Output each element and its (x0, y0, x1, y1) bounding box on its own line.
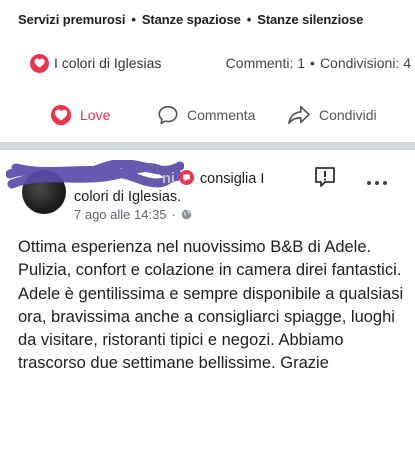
flag-icon (315, 167, 335, 187)
love-button[interactable]: Love (50, 104, 110, 126)
post-timestamp[interactable]: 7 ago alle 14:35 (74, 207, 167, 222)
feature-tag: Servizi premurosi (18, 12, 126, 27)
post-meta: 7 ago alle 14:35 · (74, 207, 192, 222)
heart-icon (30, 53, 49, 73)
section-divider (0, 142, 415, 150)
separator-dot: • (131, 12, 136, 27)
more-icon (367, 181, 371, 185)
more-icon (383, 181, 387, 185)
engagement-counts: Commenti: 1 • Condivisioni: 4 (226, 55, 411, 71)
share-label: Condividi (319, 107, 377, 123)
post-header: ni consiglia I colori di Iglesias. 7 ago … (0, 150, 415, 230)
recommend-icon (178, 170, 194, 185)
reacted-page-name[interactable]: I colori di Iglesias (54, 55, 161, 71)
recommends-text: consiglia I (199, 171, 265, 187)
love-label: Love (80, 107, 111, 123)
more-icon (375, 181, 379, 185)
share-icon (288, 105, 310, 125)
separator-dot: • (246, 12, 252, 27)
shares-count[interactable]: Condivisioni: 4 (320, 55, 411, 71)
reaction-stats: I colori di Iglesias Commenti: 1 • Condivi… (30, 52, 415, 74)
feature-tags: Servizi premurosi • Stanze spaziose • Stanze… (18, 12, 408, 27)
comment-icon (158, 105, 178, 125)
heart-icon (50, 104, 72, 126)
post-body-text: Ottima esperienza nel nuovissimo B&B di … (18, 238, 404, 373)
separator-dot: • (310, 55, 315, 71)
recommended-page-link[interactable]: colori di Iglesias. (74, 189, 181, 205)
feature-tag: Stanze spaziose (141, 12, 241, 27)
comments-count[interactable]: Commenti: 1 (226, 55, 305, 71)
more-options-button[interactable] (367, 180, 387, 186)
author-name[interactable]: ni (162, 171, 175, 187)
share-button[interactable]: Condividi (287, 104, 377, 126)
feature-tag: Stanze silenziose (257, 12, 364, 27)
globe-icon (181, 209, 192, 220)
comment-button[interactable]: Commenta (157, 104, 255, 126)
separator-dot: · (171, 207, 176, 222)
post-action-bar: Love Commenta Condividi (0, 93, 415, 137)
comment-label: Commenta (187, 107, 256, 123)
flag-button[interactable] (313, 166, 337, 188)
post-author-line: ni consiglia I colori di Iglesias. (74, 170, 334, 206)
